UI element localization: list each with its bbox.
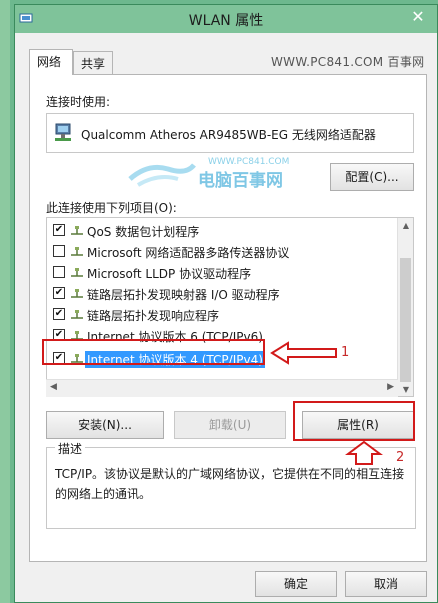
cancel-button[interactable]: 取消 bbox=[345, 571, 427, 597]
watermark-logo: WWW.PC841.COM 电脑百事网 bbox=[128, 157, 308, 191]
protocol-icon bbox=[71, 247, 83, 256]
network-tab-panel: 连接时使用: Qualcomm Atheros AR9485WB-EG 无线网络… bbox=[29, 74, 427, 562]
item-checkbox[interactable] bbox=[53, 287, 65, 299]
callout-number-1: 1 bbox=[341, 345, 350, 360]
arrow-up-icon bbox=[345, 440, 383, 465]
list-item[interactable]: QoS 数据包计划程序 bbox=[47, 220, 399, 241]
wlan-properties-dialog: WLAN 属性 ✕ 网络 共享 WWW.PC841.COM 百事网 连接时使用:… bbox=[14, 4, 438, 603]
list-item[interactable]: Microsoft 网络适配器多路传送器协议 bbox=[47, 241, 399, 262]
tab-sharing[interactable]: 共享 bbox=[73, 51, 113, 75]
window-title: WLAN 属性 bbox=[188, 13, 264, 29]
title-bar: WLAN 属性 ✕ bbox=[15, 5, 437, 33]
list-item[interactable]: Microsoft LLDP 协议驱动程序 bbox=[47, 262, 399, 283]
item-checkbox[interactable] bbox=[53, 245, 65, 257]
uninstall-button: 卸载(U) bbox=[174, 411, 286, 439]
connect-using-label: 连接时使用: bbox=[46, 95, 111, 109]
watermark-text: WWW.PC841.COM 百事网 bbox=[271, 55, 425, 69]
protocol-icon bbox=[71, 226, 83, 235]
arrow-left-icon bbox=[270, 341, 337, 365]
list-item[interactable]: 链路层拓扑发现响应程序 bbox=[47, 304, 399, 325]
scroll-thumb[interactable] bbox=[400, 258, 411, 382]
protocol-icon bbox=[71, 310, 83, 319]
adapter-name: Qualcomm Atheros AR9485WB-EG 无线网络适配器 bbox=[81, 128, 376, 142]
item-label: Microsoft LLDP 协议驱动程序 bbox=[87, 267, 252, 281]
highlight-box-ipv4 bbox=[42, 339, 265, 365]
configure-button[interactable]: 配置(C)... bbox=[330, 163, 414, 191]
item-label: 链路层拓扑发现响应程序 bbox=[87, 309, 220, 323]
scroll-left-icon[interactable]: ◀ bbox=[50, 382, 57, 392]
ok-button[interactable]: 确定 bbox=[255, 571, 337, 597]
vertical-scrollbar[interactable]: ▲ ▼ bbox=[397, 218, 413, 396]
scroll-right-icon[interactable]: ▶ bbox=[387, 382, 394, 392]
description-title: 描述 bbox=[55, 440, 86, 457]
highlight-box-properties bbox=[293, 401, 415, 441]
items-list: QoS 数据包计划程序 Microsoft 网络适配器多路传送器协议 Micro… bbox=[46, 217, 414, 397]
items-label: 此连接使用下列项目(O): bbox=[46, 201, 177, 215]
protocol-icon bbox=[71, 289, 83, 298]
item-label: 链路层拓扑发现映射器 I/O 驱动程序 bbox=[87, 288, 280, 302]
close-button[interactable]: ✕ bbox=[405, 7, 431, 27]
callout-number-2: 2 bbox=[396, 450, 405, 465]
item-checkbox[interactable] bbox=[53, 266, 65, 278]
scroll-down-icon[interactable]: ▼ bbox=[398, 382, 413, 396]
item-label: QoS 数据包计划程序 bbox=[87, 225, 200, 239]
install-button[interactable]: 安装(N)... bbox=[46, 411, 164, 439]
adapter-box: Qualcomm Atheros AR9485WB-EG 无线网络适配器 bbox=[46, 113, 414, 153]
logo-swoosh-icon bbox=[128, 163, 196, 187]
horizontal-scrollbar[interactable]: ◀ ▶ bbox=[46, 379, 398, 397]
protocol-icon bbox=[71, 268, 83, 277]
tab-network[interactable]: 网络 bbox=[29, 49, 73, 75]
logo-main-text: 电脑百事网 bbox=[198, 171, 283, 191]
description-text: TCP/IP。该协议是默认的广域网络协议，它提供在不同的相互连接的网络上的通讯。 bbox=[55, 467, 405, 501]
item-label: Microsoft 网络适配器多路传送器协议 bbox=[87, 246, 290, 260]
list-item[interactable]: 链路层拓扑发现映射器 I/O 驱动程序 bbox=[47, 283, 399, 304]
network-adapter-icon bbox=[55, 123, 71, 141]
scroll-up-icon[interactable]: ▲ bbox=[398, 218, 413, 234]
item-checkbox[interactable] bbox=[53, 224, 65, 236]
item-checkbox[interactable] bbox=[53, 308, 65, 320]
